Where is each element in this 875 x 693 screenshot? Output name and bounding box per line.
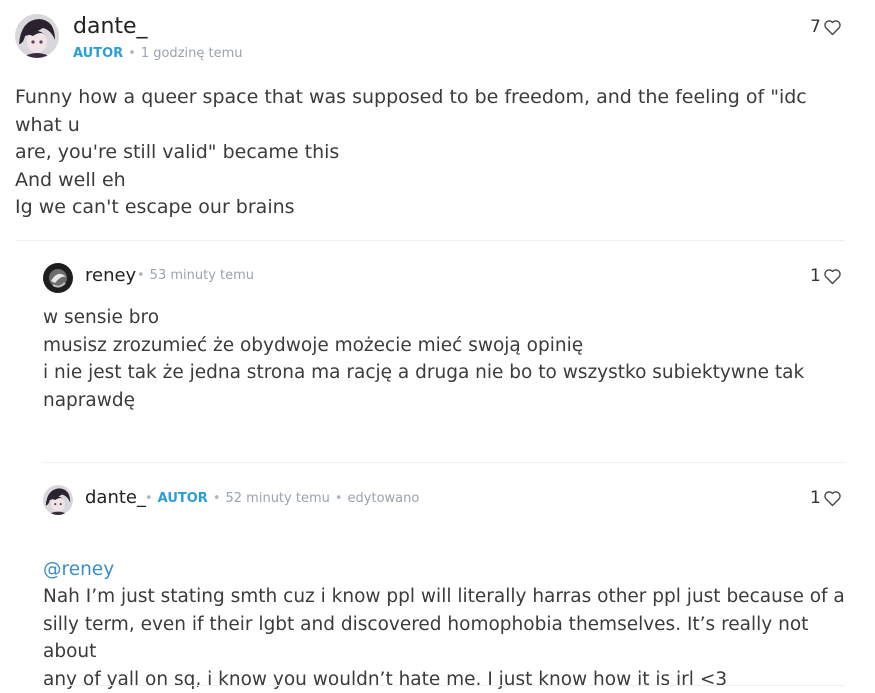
dante-avatar-image <box>15 14 59 58</box>
avatar[interactable] <box>43 263 73 293</box>
reply-author[interactable]: reney <box>85 265 136 286</box>
heart-icon <box>824 268 841 284</box>
like-button[interactable]: 1 <box>810 266 842 286</box>
reply-time[interactable]: 52 minuty temu <box>226 491 330 506</box>
reply-meta: • AUTOR • 52 minuty temu • edytowano <box>141 491 419 506</box>
like-count: 1 <box>810 488 821 508</box>
divider <box>43 462 845 463</box>
heart-icon <box>824 19 841 35</box>
reney-avatar-image <box>43 263 73 293</box>
reply-time[interactable]: 53 minuty temu <box>150 268 254 283</box>
avatar[interactable] <box>43 485 73 515</box>
comment-body: Funny how a queer space that was suppose… <box>15 86 807 218</box>
comment-time[interactable]: 1 godzinę temu <box>141 46 243 61</box>
like-button[interactable]: 7 <box>810 17 842 37</box>
like-button[interactable]: 1 <box>810 488 842 508</box>
reply-author[interactable]: dante_ <box>85 487 146 508</box>
comment-author[interactable]: dante_ <box>73 14 148 39</box>
reply-text: Nah I’m just stating smth cuz i know ppl… <box>43 586 845 690</box>
separator-dot: • <box>145 491 153 506</box>
separator-dot: • <box>128 46 136 61</box>
divider <box>15 240 845 241</box>
avatar[interactable] <box>15 14 59 58</box>
divider <box>43 685 845 686</box>
reply-meta: • 53 minuty temu <box>133 268 254 283</box>
heart-icon <box>824 490 841 506</box>
author-badge: AUTOR <box>157 491 208 506</box>
like-count: 1 <box>810 266 821 286</box>
separator-dot: • <box>334 491 343 506</box>
dante-avatar-image <box>43 485 73 515</box>
like-count: 7 <box>810 17 821 37</box>
reply-body: w sensie bro musisz zrozumieć że obydwoj… <box>43 307 805 411</box>
separator-dot: • <box>137 268 145 283</box>
comment-meta: AUTOR • 1 godzinę temu <box>73 46 243 61</box>
reply-body: @reney Nah I’m just stating smth cuz i kn… <box>43 528 853 693</box>
separator-dot: • <box>212 491 221 506</box>
author-badge: AUTOR <box>73 46 124 61</box>
edited-label: edytowano <box>347 491 420 506</box>
mention-link[interactable]: @reney <box>43 556 853 584</box>
